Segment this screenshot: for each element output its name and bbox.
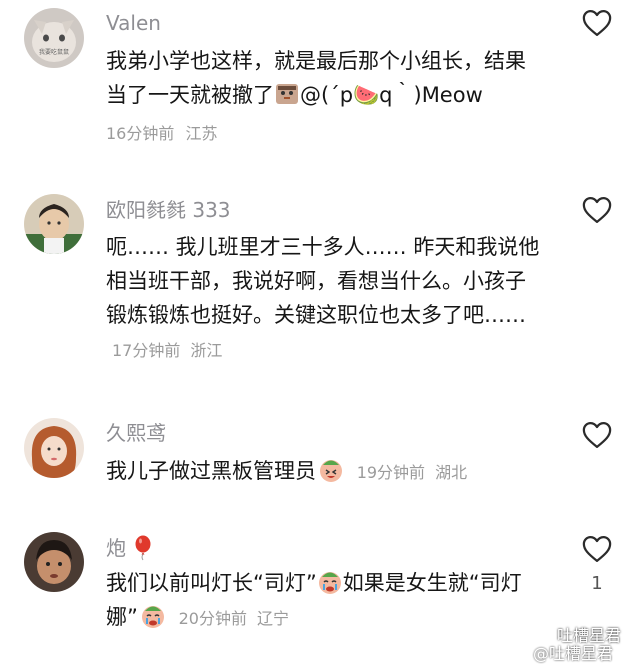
like-count: 1 <box>591 573 603 594</box>
username[interactable]: 欧阳毵毵 333 <box>106 198 231 222</box>
like-button[interactable] <box>580 418 614 452</box>
comment-text: 我儿子做过黑板管理员 19分钟前 湖北 <box>106 454 546 490</box>
username[interactable]: 炮 <box>106 535 152 561</box>
like-button[interactable] <box>580 6 614 40</box>
girl-sticker-icon <box>274 81 300 107</box>
comment-text: 我弟小学也这样，就是最后那个小组长，结果当了一天就被撤了 @(´p🍉q｀)Meow <box>106 44 546 112</box>
username[interactable]: 久熙鸢 <box>106 421 166 445</box>
comment-text-part: 我儿子做过黑板管理员 <box>106 459 316 483</box>
comment-text-part: 我们以前叫灯长“司灯” <box>106 571 317 595</box>
comment-location: 浙江 <box>190 341 223 360</box>
crying-face-icon <box>140 603 166 629</box>
like-button[interactable] <box>580 193 614 227</box>
comment-location: 辽宁 <box>256 609 289 628</box>
comment-time: 16分钟前 <box>106 124 175 143</box>
comment-time: 17分钟前 <box>112 341 181 360</box>
comment-time: 20分钟前 <box>178 609 247 628</box>
crying-face-icon <box>317 569 343 595</box>
comment-location: 湖北 <box>435 463 468 482</box>
comment-text: 我们以前叫灯长“司灯” 如果是女生就“司灯娜” 20分钟前 辽宁 <box>106 566 546 636</box>
comment-time: 19分钟前 <box>356 463 426 482</box>
watermark: 吐槽星君 @吐槽星君 <box>505 600 640 663</box>
username[interactable]: Valen <box>106 11 161 35</box>
heart-outline-icon <box>582 536 612 562</box>
comment-meta: 17分钟前 浙江 <box>112 341 232 360</box>
username-text: 炮 <box>106 536 126 560</box>
like-button[interactable] <box>580 532 614 566</box>
balloon-icon <box>135 535 151 561</box>
heart-outline-icon <box>582 10 612 36</box>
avatar[interactable] <box>24 194 84 254</box>
watermark-handle: @吐槽星君 <box>533 644 614 663</box>
avatar[interactable]: 我要吃鼠鼠 <box>24 8 84 68</box>
comment-text-part: 呃…… 我儿班里才三十多人…… 昨天和我说他相当班干部，我说好啊，看想当什么。小… <box>106 235 540 327</box>
avatar[interactable] <box>24 418 84 478</box>
heart-outline-icon <box>582 422 612 448</box>
comment-meta: 19分钟前 湖北 <box>357 463 477 482</box>
comment-meta: 16分钟前 江苏 <box>106 122 217 146</box>
laughing-face-icon <box>318 457 344 483</box>
comment-text: 呃…… 我儿班里才三十多人…… 昨天和我说他相当班干部，我说好啊，看想当什么。小… <box>106 230 546 368</box>
heart-outline-icon <box>582 197 612 223</box>
comment-text-part: @(´p🍉q｀)Meow <box>300 83 483 107</box>
comment-location: 江苏 <box>185 124 218 143</box>
comment-meta: 20分钟前 辽宁 <box>179 609 299 628</box>
avatar-label: 我要吃鼠鼠 <box>39 48 69 56</box>
avatar[interactable] <box>24 532 84 592</box>
